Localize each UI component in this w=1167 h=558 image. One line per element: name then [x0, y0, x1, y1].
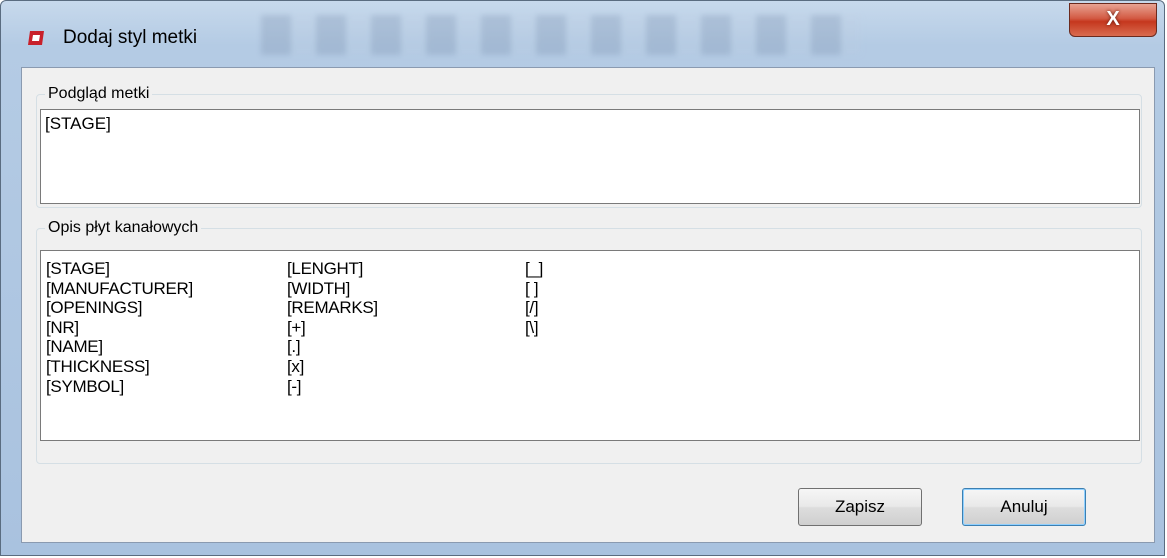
token-name[interactable]: [NAME]	[46, 337, 193, 357]
token-space[interactable]: [ ]	[525, 279, 543, 299]
dialog-client-area: Podgląd metki [STAGE] Opis płyt kanałowy…	[21, 67, 1155, 543]
window-title: Dodaj styl metki	[63, 27, 198, 48]
cancel-button[interactable]: Anuluj	[962, 488, 1086, 526]
token-thickness[interactable]: [THICKNESS]	[46, 357, 193, 377]
token-nr[interactable]: [NR]	[46, 318, 193, 338]
title-bar[interactable]: Dodaj styl metki X	[1, 1, 1164, 67]
token-list[interactable]: [STAGE] [MANUFACTURER] [OPENINGS] [NR] […	[40, 250, 1140, 441]
description-group: Opis płyt kanałowych [STAGE] [MANUFACTUR…	[36, 218, 1142, 464]
token-remarks[interactable]: [REMARKS]	[287, 298, 378, 318]
token-underscore[interactable]: [_]	[525, 259, 543, 279]
label-preview-textbox[interactable]: [STAGE]	[40, 109, 1140, 204]
close-button[interactable]: X	[1069, 3, 1157, 37]
token-dot[interactable]: [.]	[287, 337, 378, 357]
token-openings[interactable]: [OPENINGS]	[46, 298, 193, 318]
token-column-1: [STAGE] [MANUFACTURER] [OPENINGS] [NR] […	[46, 259, 193, 396]
token-plus[interactable]: [+]	[287, 318, 378, 338]
token-column-2: [LENGHT] [WIDTH] [REMARKS] [+] [.] [x] […	[287, 259, 378, 396]
token-manufacturer[interactable]: [MANUFACTURER]	[46, 279, 193, 299]
token-symbol[interactable]: [SYMBOL]	[46, 377, 193, 397]
save-button[interactable]: Zapisz	[798, 488, 922, 526]
token-slash[interactable]: [/]	[525, 298, 543, 318]
token-column-3: [_] [ ] [/] [\]	[525, 259, 543, 337]
token-dash[interactable]: [-]	[287, 377, 378, 397]
token-backslash[interactable]: [\]	[525, 318, 543, 338]
description-group-label: Opis płyt kanałowych	[45, 218, 202, 238]
preview-group-label: Podgląd metki	[45, 84, 153, 104]
token-lenght[interactable]: [LENGHT]	[287, 259, 378, 279]
preview-group: Podgląd metki [STAGE]	[36, 84, 1142, 208]
token-stage[interactable]: [STAGE]	[46, 259, 193, 279]
dialog-window: Dodaj styl metki X Podgląd metki [STAGE]…	[0, 0, 1165, 556]
title-bar-background	[261, 15, 861, 55]
app-logo-icon	[28, 31, 44, 45]
token-x[interactable]: [x]	[287, 357, 378, 377]
token-width[interactable]: [WIDTH]	[287, 279, 378, 299]
